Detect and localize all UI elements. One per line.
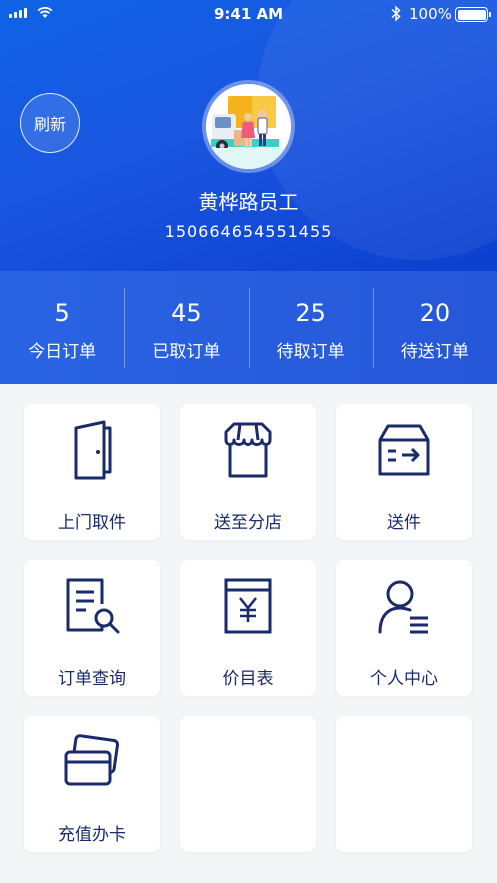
menu-label: 充值办卡 [58, 825, 126, 845]
menu-door-pickup[interactable]: 上门取件 [24, 404, 160, 540]
bluetooth-icon [391, 5, 401, 22]
delivery-box-icon [378, 424, 430, 476]
menu-order-query[interactable]: 订单查询 [24, 560, 160, 696]
cards-icon [64, 734, 120, 786]
stat-value: 45 [171, 299, 202, 327]
profile-header: 9:41 AM 100% 刷新 [0, 0, 497, 271]
user-phone: 15066465455145​5 [164, 222, 333, 241]
refresh-button[interactable]: 刷新 [20, 93, 80, 153]
stat-picked-orders[interactable]: 45 已取订单 [124, 271, 248, 384]
store-icon [224, 422, 272, 478]
stat-value: 5 [54, 299, 70, 327]
stat-label: 待取订单 [276, 342, 345, 362]
stat-value: 25 [295, 299, 326, 327]
menu-recharge-card[interactable]: 充值办卡 [24, 716, 160, 852]
battery-icon [455, 7, 491, 22]
menu-deliver[interactable]: 送件 [336, 404, 472, 540]
menu-label: 价目表 [222, 669, 274, 689]
refresh-label: 刷新 [33, 115, 66, 134]
stat-today-orders[interactable]: 5 今日订单 [0, 271, 124, 384]
menu-label: 上门取件 [58, 513, 126, 533]
stat-value: 20 [419, 299, 451, 327]
menu-empty-slot [336, 716, 472, 852]
menu-label: 送至分店 [214, 513, 282, 533]
menu-label: 订单查询 [58, 669, 126, 689]
document-search-icon [66, 578, 120, 634]
menu-empty-slot [180, 716, 316, 852]
menu-send-to-store[interactable]: 送至分店 [180, 404, 316, 540]
stat-label: 待送订单 [400, 342, 469, 362]
menu-label: 个人中心 [370, 669, 438, 689]
door-icon [74, 420, 112, 480]
stat-pending-pickup-orders[interactable]: 25 待取订单 [248, 271, 373, 384]
stat-label: 今日订单 [28, 342, 97, 362]
delivery-truck-illustration [206, 84, 291, 169]
battery-percent: 100% [409, 5, 452, 23]
menu-price-list[interactable]: 价目表 [180, 560, 316, 696]
order-stats-bar: 5 今日订单 45 已取订单 25 待取订单 20 待送订单 [0, 271, 497, 384]
user-name: 黄桦路员工 [198, 190, 299, 214]
menu-label: 送件 [387, 513, 421, 533]
stat-label: 已取订单 [152, 342, 221, 362]
stat-pending-delivery-orders[interactable]: 20 待送订单 [372, 271, 497, 384]
price-list-icon [224, 578, 272, 634]
avatar[interactable] [202, 80, 295, 173]
user-profile-icon [378, 580, 428, 634]
status-bar: 9:41 AM 100% [0, 0, 497, 28]
menu-personal-center[interactable]: 个人中心 [336, 560, 472, 696]
